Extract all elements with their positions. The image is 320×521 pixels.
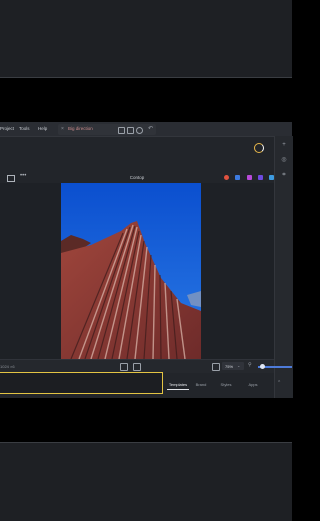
target-icon[interactable]: ◎ — [280, 156, 288, 164]
zoom-slider-handle[interactable] — [260, 364, 265, 369]
fullscreen-icon[interactable] — [133, 363, 141, 371]
menu-help[interactable]: Help — [38, 126, 47, 131]
letterbox-bottom — [0, 398, 292, 442]
tab-brand[interactable]: Brand — [193, 380, 209, 389]
canvas-area[interactable] — [0, 183, 274, 359]
canvas-title: Contop — [129, 175, 145, 180]
grid-icon[interactable] — [118, 127, 125, 134]
fit-screen-icon[interactable] — [120, 363, 128, 371]
image-icon[interactable] — [235, 175, 240, 180]
zoom-value: 75% — [225, 364, 234, 369]
document-tab-title: Big direction — [68, 126, 93, 131]
timeline-strip[interactable] — [0, 372, 163, 394]
menu-bar: Project Tools Help × Big direction ↶ — [0, 122, 292, 137]
document-tab[interactable]: × Big direction — [58, 124, 156, 135]
add-icon[interactable]: + — [280, 141, 288, 149]
mountain-image — [61, 183, 201, 359]
color-palette-icon[interactable] — [224, 175, 229, 180]
page-info: 1024 ×6 — [0, 364, 15, 369]
magic-icon[interactable] — [247, 175, 252, 180]
right-toolbar: + ◎ ⌗ — [274, 136, 293, 398]
chevron-down-icon: ⌄ — [237, 363, 241, 368]
menu-tools[interactable]: Tools — [19, 126, 30, 131]
mountain-photo[interactable] — [61, 183, 201, 359]
crop-icon[interactable]: ⌗ — [280, 171, 288, 179]
loading-spinner — [254, 143, 264, 153]
bottom-tabs: Templates Brand Styles Apps ⌃ — [165, 380, 281, 390]
bottom-blank-area — [0, 442, 292, 521]
view-mode-icon[interactable] — [212, 363, 220, 371]
top-blank-area — [0, 0, 292, 78]
zoom-out-icon[interactable]: ⚲ — [248, 362, 252, 368]
status-bar: 1024 ×6 75% ⌄ ⚲ — [0, 359, 292, 373]
expand-icon[interactable]: ⌃ — [277, 380, 281, 386]
share-icon[interactable] — [269, 175, 274, 180]
letterbox-top — [0, 78, 292, 122]
close-icon[interactable]: × — [61, 126, 64, 132]
layers-icon[interactable] — [127, 127, 134, 134]
canvas-toolbar: ••• Contop — [0, 173, 274, 183]
tab-templates[interactable]: Templates — [167, 380, 189, 390]
tab-styles[interactable]: Styles — [218, 380, 234, 389]
editor-window: Project Tools Help × Big direction ↶ + ◎… — [0, 122, 293, 398]
tab-apps[interactable]: Apps — [245, 380, 261, 389]
clock-icon[interactable] — [136, 127, 143, 134]
undo-icon[interactable]: ↶ — [148, 125, 153, 132]
menu-project[interactable]: Project — [0, 126, 14, 131]
zoom-select[interactable]: 75% ⌄ — [222, 362, 244, 370]
sparkle-icon[interactable] — [258, 175, 263, 180]
